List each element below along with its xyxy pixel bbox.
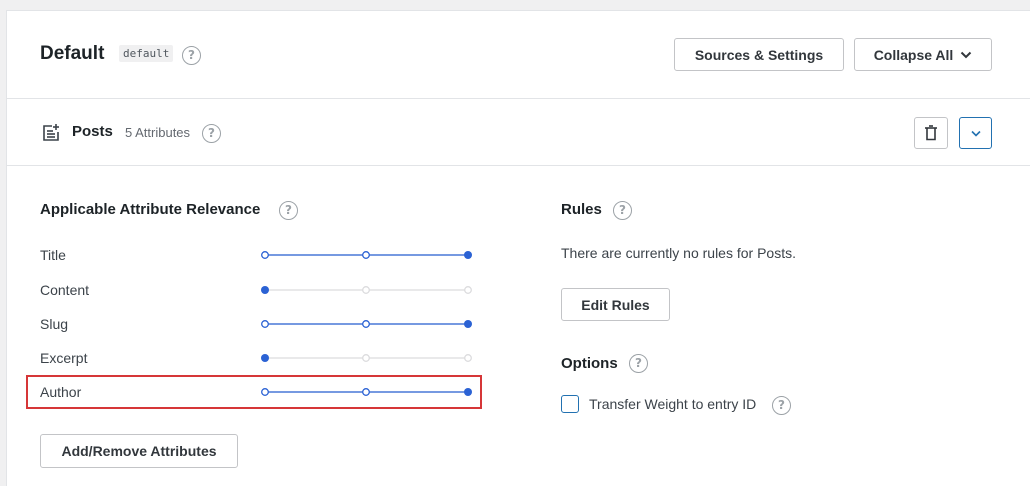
attribute-label-excerpt: Excerpt [40, 350, 88, 366]
options-title: Options [561, 355, 618, 372]
help-icon[interactable]: ? [182, 46, 201, 65]
collapse-all-label: Collapse All [873, 46, 954, 63]
slider-handle[interactable] [464, 251, 472, 259]
relevance-slider-content[interactable] [259, 284, 479, 296]
slider-step[interactable] [362, 251, 370, 259]
engine-header: Default default ? Sources & Settings Col… [7, 11, 1030, 99]
slider-step[interactable] [261, 251, 269, 259]
attribute-label-content: Content [40, 282, 90, 298]
edit-rules-label: Edit Rules [581, 296, 650, 313]
trash-icon [925, 125, 937, 141]
help-icon[interactable]: ? [772, 396, 791, 415]
attribute-label-slug: Slug [40, 316, 69, 332]
sources-settings-label: Sources & Settings [694, 46, 824, 63]
help-icon[interactable]: ? [279, 201, 298, 220]
slider-handle[interactable] [261, 354, 269, 362]
chevron-down-icon [970, 130, 981, 137]
expand-source-button[interactable] [959, 117, 992, 149]
slider-step[interactable] [261, 320, 269, 328]
add-remove-attributes-button[interactable]: Add/Remove Attributes [40, 434, 238, 468]
relevance-slider-excerpt[interactable] [259, 352, 479, 364]
source-title: Posts [72, 123, 113, 140]
rules-title: Rules [561, 201, 602, 218]
transfer-weight-checkbox[interactable] [561, 395, 579, 413]
help-icon[interactable]: ? [613, 201, 632, 220]
transfer-weight-label: Transfer Weight to entry ID [589, 396, 757, 412]
engine-code-badge: default [119, 45, 174, 62]
relevance-slider-slug[interactable] [259, 318, 479, 330]
engine-title: Default [40, 43, 105, 64]
add-remove-attributes-label: Add/Remove Attributes [61, 443, 217, 459]
delete-source-button[interactable] [914, 117, 948, 149]
source-attribute-count: 5 Attributes [125, 125, 191, 140]
slider-step[interactable] [362, 320, 370, 328]
slider-handle[interactable] [464, 320, 472, 328]
sources-settings-button[interactable]: Sources & Settings [674, 38, 844, 71]
edit-rules-button[interactable]: Edit Rules [561, 288, 670, 321]
author-row-highlight [26, 375, 482, 409]
chevron-down-icon [961, 51, 972, 58]
slider-step[interactable] [464, 354, 472, 362]
slider-step[interactable] [362, 286, 370, 294]
collapse-all-button[interactable]: Collapse All [854, 38, 992, 71]
slider-step[interactable] [464, 286, 472, 294]
slider-step[interactable] [362, 354, 370, 362]
help-icon[interactable]: ? [202, 124, 221, 143]
relevance-title: Applicable Attribute Relevance [40, 201, 261, 218]
engine-card: Default default ? Sources & Settings Col… [6, 10, 1030, 486]
rules-empty-text: There are currently no rules for Posts. [561, 245, 796, 261]
slider-handle[interactable] [261, 286, 269, 294]
relevance-slider-title[interactable] [259, 249, 479, 261]
help-icon[interactable]: ? [629, 354, 648, 373]
post-add-icon [43, 124, 59, 141]
source-header: Posts 5 Attributes ? [7, 99, 1030, 166]
attribute-label-title: Title [40, 247, 66, 263]
